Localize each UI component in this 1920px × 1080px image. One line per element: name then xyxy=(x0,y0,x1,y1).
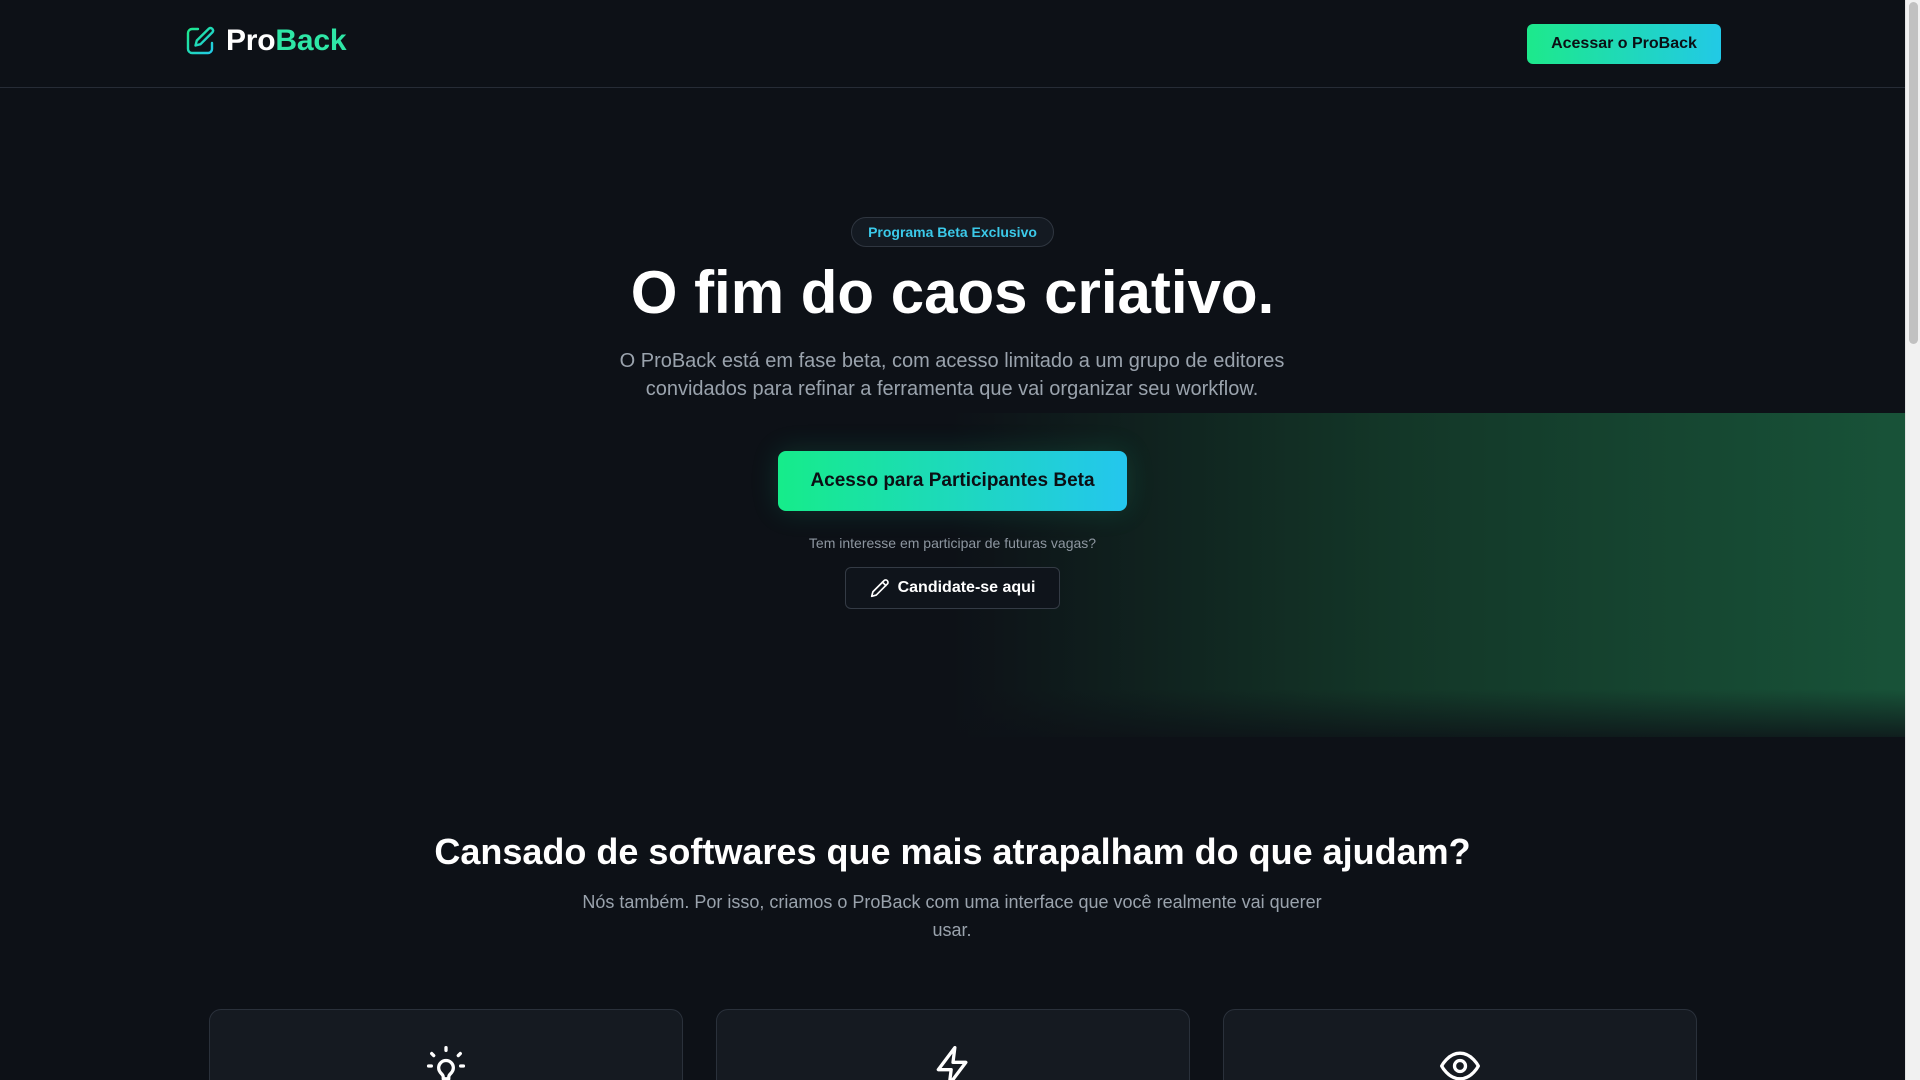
hero-section: Programa Beta Exclusivo O fim do caos cr… xyxy=(0,89,1905,749)
logo-text-pro: Pro xyxy=(226,24,276,57)
pencil-icon xyxy=(870,579,889,598)
apply-here-label: Candidate-se aqui xyxy=(897,579,1036,596)
beta-access-button[interactable]: Acesso para Participantes Beta xyxy=(778,451,1127,511)
beta-program-badge: Programa Beta Exclusivo xyxy=(851,217,1054,247)
edit-square-icon xyxy=(186,26,215,55)
landing-page: ProBack Acessar o ProBack Programa Beta … xyxy=(0,0,1905,1080)
logo[interactable]: ProBack xyxy=(184,24,347,58)
access-proback-button[interactable]: Acessar o ProBack xyxy=(1527,24,1721,64)
feature-card xyxy=(209,1009,683,1080)
lightbulb-icon xyxy=(426,1046,466,1080)
feature-card xyxy=(1223,1009,1697,1080)
eye-icon xyxy=(1440,1051,1480,1080)
vertical-scrollbar[interactable] xyxy=(1905,0,1920,1080)
features-subtitle: Nós também. Por isso, criamos o ProBack … xyxy=(582,892,1322,940)
lightning-icon xyxy=(936,1046,968,1080)
logo-text: ProBack xyxy=(226,24,347,58)
hero-bottom-fade xyxy=(0,689,1905,749)
scrollbar-thumb[interactable] xyxy=(1909,2,1918,344)
future-openings-note: Tem interesse em participar de futuras v… xyxy=(808,535,1097,551)
logo-text-back: Back xyxy=(275,24,347,57)
feature-card xyxy=(716,1009,1190,1080)
features-title: Cansado de softwares que mais atrapalham… xyxy=(434,831,1471,872)
hero-title: O fim do caos criativo. xyxy=(630,259,1275,326)
hero-subtitle: O ProBack está em fase beta, com acesso … xyxy=(619,350,1285,400)
apply-here-button[interactable]: Candidate-se aqui xyxy=(845,567,1060,609)
site-header: ProBack Acessar o ProBack xyxy=(0,0,1905,88)
